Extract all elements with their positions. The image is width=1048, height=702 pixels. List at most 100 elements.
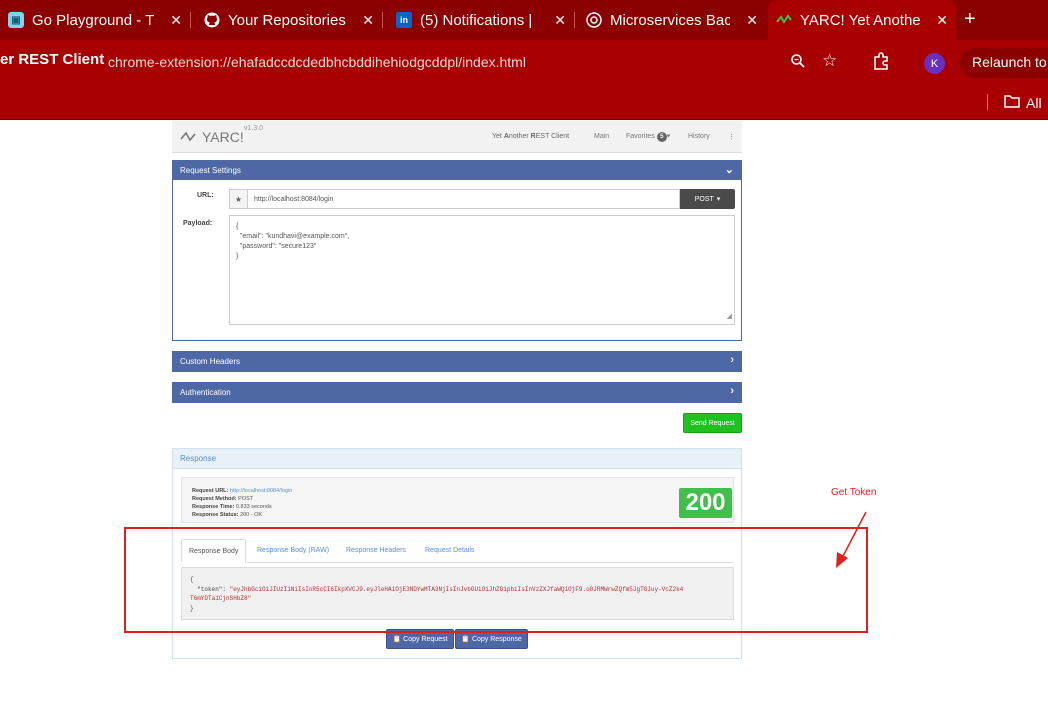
logo-text: YARC! <box>202 129 244 145</box>
address-bar[interactable]: chrome-extension://ehafadccdcdedbhcbddih… <box>108 54 526 70</box>
tab-title: (5) Notifications | <box>420 11 533 29</box>
payload-line: "email": "kundhavi@example.com", <box>236 232 734 242</box>
caret-down-icon: ▾ <box>666 133 671 140</box>
extension-name-chip: er REST Client <box>0 51 105 68</box>
annotation-arrow-icon <box>836 511 867 568</box>
tab-title: YARC! Yet Anothe <box>800 11 921 29</box>
meta-value: POST <box>238 496 254 502</box>
payload-textarea[interactable]: { "email": "kundhavi@example.com", "pass… <box>229 215 735 325</box>
close-icon[interactable]: ✕ <box>746 12 758 29</box>
meta-label: Response Status: <box>192 512 239 518</box>
tab-title: Microservices Bac <box>610 11 730 29</box>
linkedin-icon: in <box>396 12 412 28</box>
tab-your-repositories[interactable]: Your Repositories ✕ <box>196 0 382 40</box>
payload-label: Payload: <box>183 220 213 227</box>
meta-label: Response Time: <box>192 504 235 510</box>
nav-main[interactable]: Main <box>594 133 609 140</box>
nav-favorites-label: Favorites <box>626 133 655 140</box>
gopher-icon: ▣ <box>8 12 24 28</box>
copy-response-label: Copy Response <box>471 635 522 643</box>
yarc-header: YARC! v1.3.0 Yet Another REST Client Mai… <box>172 121 742 153</box>
method-label: POST <box>694 195 714 203</box>
meta-label: Request Method: <box>192 496 237 502</box>
caret-down-icon: ▾ <box>716 196 721 203</box>
payload-line: "password": "secure123" <box>236 242 734 252</box>
tab-go-playground[interactable]: ▣ Go Playground - T ✕ <box>0 0 190 40</box>
close-icon[interactable]: ✕ <box>362 12 374 29</box>
bookmark-star-icon[interactable]: ☆ <box>822 51 837 71</box>
yarc-icon <box>776 12 792 28</box>
clipboard-icon: 📋 <box>461 636 470 643</box>
close-icon[interactable]: ✕ <box>170 12 182 29</box>
request-settings-body: URL: ★ http://localhost:8084/login POST … <box>172 180 742 341</box>
tab-separator <box>190 12 191 28</box>
payload-line-text: "email": "kundhavi@example.com", <box>236 233 350 240</box>
response-title: Response <box>173 449 741 469</box>
request-url-link[interactable]: http://localhost:8084/login <box>230 488 292 494</box>
tab-separator <box>574 12 575 28</box>
response-status-line: Response Status: 200 - OK <box>192 512 262 518</box>
payload-line-text: "password": "secure123" <box>236 243 317 250</box>
chevron-down-icon: ⌄ <box>724 164 734 176</box>
close-icon[interactable]: ✕ <box>936 12 948 29</box>
resize-grip-icon[interactable]: ◢ <box>727 312 732 322</box>
request-url-line: Request URL: http://localhost:8084/login <box>192 488 292 494</box>
tab-yarc[interactable]: YARC! Yet Anothe ✕ <box>768 0 956 40</box>
nav-history[interactable]: History <box>688 133 710 140</box>
tab-separator <box>382 12 383 28</box>
brand-sub-part: nother <box>508 133 531 140</box>
brand-sub-part: EST Client <box>535 133 570 140</box>
response-time-line: Response Time: 0.833 seconds <box>192 504 272 510</box>
url-input-group: ★ http://localhost:8084/login POST ▾ <box>229 189 735 209</box>
request-settings-title: Request Settings <box>180 166 241 175</box>
nav-favorites[interactable]: Favorites 5 ▾ <box>626 132 670 142</box>
browser-tab-bar: ▣ Go Playground - T ✕ Your Repositories … <box>0 0 1048 40</box>
send-request-button[interactable]: Send Request <box>683 413 742 433</box>
meta-value: 0.833 seconds <box>235 504 272 510</box>
tab-title: Your Repositories <box>228 11 346 29</box>
meta-label: Request URL: <box>192 488 229 494</box>
request-method-line: Request Method: POST <box>192 496 253 502</box>
tab-microservices[interactable]: Microservices Bac ✕ <box>580 0 766 40</box>
request-settings-header[interactable]: Request Settings ⌄ <box>172 160 742 180</box>
payload-line: } <box>236 253 239 260</box>
brand-sub-part: Yet <box>492 133 504 140</box>
method-dropdown[interactable]: POST ▾ <box>680 189 735 209</box>
profile-avatar[interactable]: K <box>924 53 945 74</box>
bookmarks-separator <box>987 94 988 110</box>
custom-headers-title: Custom Headers <box>180 357 241 366</box>
favorites-count-badge: 5 <box>656 132 667 142</box>
all-bookmarks-label: All <box>1026 94 1042 111</box>
url-label: URL: <box>197 192 214 199</box>
close-icon[interactable]: ✕ <box>554 12 566 29</box>
chevron-right-icon: › <box>730 354 734 366</box>
annotation-highlight-box <box>124 527 868 633</box>
chevron-right-icon: › <box>730 385 734 397</box>
payload-line: { <box>236 223 239 230</box>
tab-title: Go Playground - T <box>32 11 155 29</box>
meta-value: 200 - OK <box>240 512 263 518</box>
yarc-logo[interactable]: YARC! <box>180 129 244 145</box>
relaunch-button[interactable]: Relaunch to <box>960 48 1048 78</box>
zoom-icon[interactable] <box>790 53 806 74</box>
authentication-header[interactable]: Authentication › <box>172 382 742 403</box>
custom-headers-header[interactable]: Custom Headers › <box>172 351 742 372</box>
chatgpt-icon <box>586 12 602 28</box>
tab-linkedin-notifications[interactable]: in (5) Notifications | ✕ <box>388 0 574 40</box>
extensions-puzzle-icon[interactable] <box>872 52 890 75</box>
all-bookmarks-button[interactable]: All <box>1004 94 1042 111</box>
new-tab-icon[interactable]: + <box>964 8 976 31</box>
more-menu-icon[interactable]: ⋮ <box>728 133 735 141</box>
github-icon <box>204 12 220 28</box>
browser-toolbar: er REST Client chrome-extension://ehafad… <box>0 40 1048 85</box>
authentication-title: Authentication <box>180 388 231 397</box>
url-input[interactable]: http://localhost:8084/login <box>248 189 680 209</box>
favorite-star-icon[interactable]: ★ <box>229 189 248 209</box>
response-meta: Request URL: http://localhost:8084/login… <box>181 477 734 523</box>
status-code-badge: 200 <box>679 488 732 518</box>
copy-request-label: Copy Request <box>403 635 448 643</box>
bookmarks-bar: All <box>0 85 1048 120</box>
brand-subtitle: Yet Another REST Client <box>492 133 569 140</box>
yarc-logo-icon <box>180 131 196 142</box>
folder-icon <box>1004 94 1020 111</box>
